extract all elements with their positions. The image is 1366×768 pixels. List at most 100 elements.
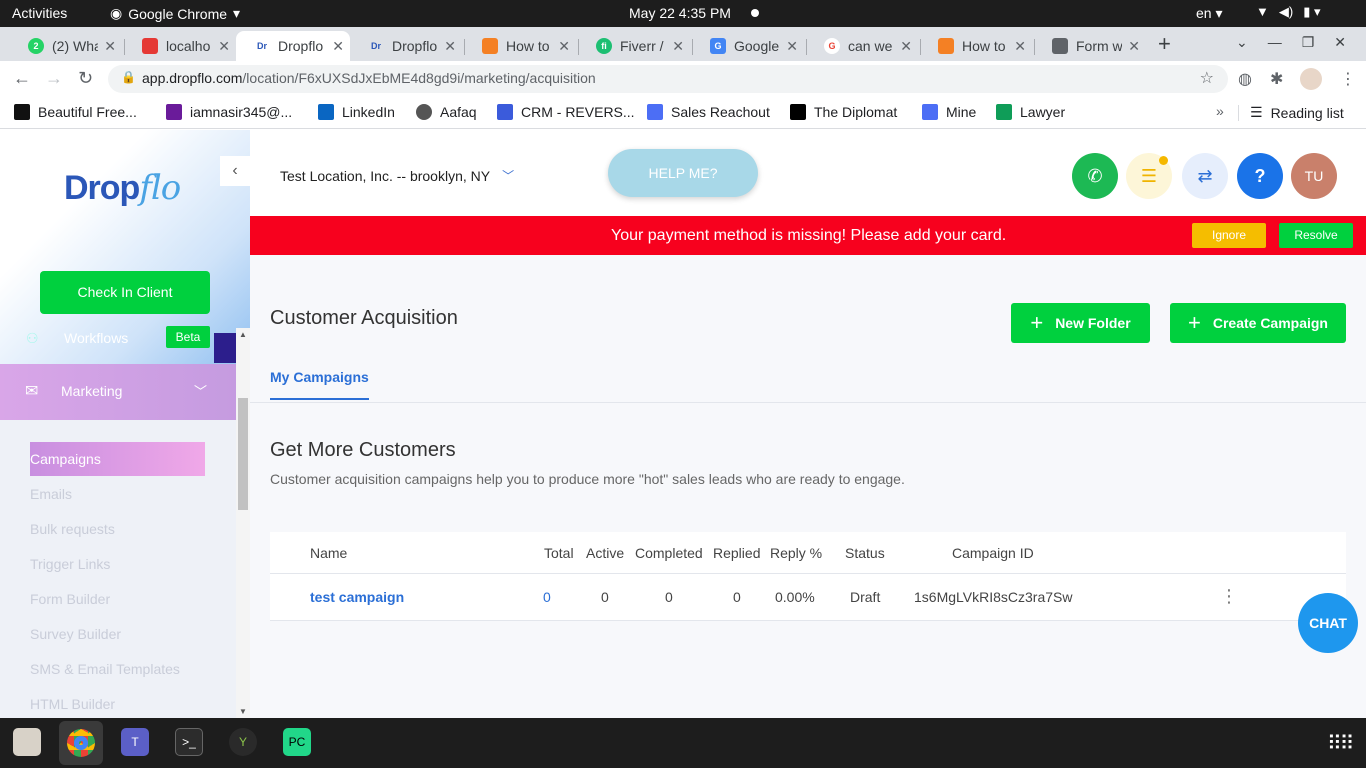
new-folder-button[interactable]: + New Folder: [1011, 303, 1150, 343]
chrome-dock-icon[interactable]: [59, 721, 103, 765]
help-me-button[interactable]: HELP ME?: [608, 149, 758, 197]
sidebar-scrollbar[interactable]: ▲ ▼: [236, 328, 250, 718]
terminal-icon[interactable]: >_: [175, 728, 203, 756]
column-header-name[interactable]: Name: [310, 545, 347, 561]
teams-icon[interactable]: T: [121, 728, 149, 756]
submenu-item-bulk-requests[interactable]: Bulk requests: [30, 521, 115, 537]
column-header-completed[interactable]: Completed: [635, 545, 703, 561]
browser-tab[interactable]: How to ✕: [464, 31, 576, 61]
scroll-down-icon[interactable]: ▼: [239, 707, 247, 716]
sidebar-item-workflows[interactable]: ⚇ Workflows Beta: [0, 326, 236, 364]
check-in-client-button[interactable]: Check In Client: [40, 271, 210, 314]
profile-avatar[interactable]: [1300, 68, 1322, 90]
browser-tab[interactable]: Gcan we ✕: [806, 31, 918, 61]
bookmarks-overflow-icon[interactable]: »: [1216, 103, 1224, 119]
submenu-item-campaigns[interactable]: Campaigns: [30, 442, 205, 476]
new-tab-button[interactable]: +: [1158, 31, 1171, 57]
browser-tab[interactable]: fi Fiverr / ✕: [578, 31, 690, 61]
bookmark-item[interactable]: Mine: [922, 104, 976, 120]
collapse-sidebar-button[interactable]: ‹: [220, 156, 250, 186]
bookmark-item[interactable]: Aafaq: [416, 104, 477, 120]
scrollbar-thumb[interactable]: [238, 398, 248, 510]
extensions-puzzle-icon[interactable]: ✱: [1270, 69, 1283, 89]
ignore-button[interactable]: Ignore: [1192, 223, 1266, 248]
app-menu[interactable]: ◉ Google Chrome ▾: [110, 5, 240, 22]
submenu-item-trigger-links[interactable]: Trigger Links: [30, 556, 110, 572]
close-window-icon[interactable]: ✕: [1334, 34, 1346, 51]
close-icon[interactable]: ✕: [786, 38, 798, 55]
bookmark-item[interactable]: The Diplomat: [790, 104, 897, 120]
browser-tab-active[interactable]: Dr Dropflo ✕: [236, 31, 350, 61]
scroll-up-icon[interactable]: ▲: [239, 330, 247, 339]
maximize-icon[interactable]: ❐: [1302, 34, 1315, 51]
language-indicator[interactable]: en ▾: [1196, 5, 1223, 22]
close-icon[interactable]: ✕: [218, 38, 230, 55]
phone-button[interactable]: ✆: [1072, 153, 1118, 199]
bookmark-item[interactable]: CRM - REVERS...: [497, 104, 635, 120]
browser-tab[interactable]: localho ✕: [124, 31, 236, 61]
column-header-active[interactable]: Active: [586, 545, 624, 561]
app-icon[interactable]: Y: [229, 728, 257, 756]
system-tray[interactable]: ▼ ◀) ▮ ▾: [1256, 4, 1321, 20]
lock-icon[interactable]: 🔒: [121, 70, 136, 84]
resolve-button[interactable]: Resolve: [1279, 223, 1353, 248]
tasks-button[interactable]: ☰: [1126, 153, 1172, 199]
cell-status: Draft: [850, 589, 881, 605]
activities-button[interactable]: Activities: [12, 5, 67, 21]
show-apps-icon[interactable]: ⠿⠿: [1327, 731, 1354, 756]
close-icon[interactable]: ✕: [558, 38, 570, 55]
bookmark-star-icon[interactable]: ☆: [1200, 68, 1214, 88]
pycharm-icon[interactable]: PC: [283, 728, 311, 756]
column-header-total[interactable]: Total: [544, 545, 574, 561]
user-avatar[interactable]: TU: [1291, 153, 1337, 199]
submenu-item-html-builder[interactable]: HTML Builder: [30, 696, 115, 712]
location-selector[interactable]: Test Location, Inc. -- brooklyn, NY ﹀: [280, 167, 514, 184]
minimize-icon[interactable]: —: [1268, 34, 1282, 51]
column-header-status[interactable]: Status: [845, 545, 885, 561]
row-menu-icon[interactable]: ⋮: [1220, 586, 1238, 607]
bookmark-item[interactable]: LinkedIn: [318, 104, 395, 120]
bookmark-item[interactable]: iamnasir345@...: [166, 104, 292, 120]
browser-tab[interactable]: Dr Dropflo ✕: [350, 31, 462, 61]
sidebar-item-marketing[interactable]: ✉ Marketing ﹀: [0, 364, 236, 420]
dropflo-logo[interactable]: Dropflo: [64, 168, 181, 208]
close-icon[interactable]: ✕: [900, 38, 912, 55]
clock[interactable]: May 22 4:35 PM: [629, 5, 731, 21]
column-header-campaign-id[interactable]: Campaign ID: [952, 545, 1034, 561]
campaign-name-link[interactable]: test campaign: [310, 589, 404, 605]
switch-button[interactable]: ⇄: [1182, 153, 1228, 199]
column-header-reply-pct[interactable]: Reply %: [770, 545, 822, 561]
address-bar[interactable]: 🔒 app.dropflo.com/location/F6xUXSdJxEbME…: [108, 65, 1228, 93]
more-menu-icon[interactable]: ⋮: [1340, 69, 1356, 89]
files-icon[interactable]: [13, 728, 41, 756]
back-icon[interactable]: ←: [13, 68, 31, 89]
browser-tab[interactable]: 2 (2) Wha ✕: [10, 31, 122, 61]
chat-button[interactable]: CHAT: [1298, 593, 1358, 653]
create-campaign-button[interactable]: + Create Campaign: [1170, 303, 1346, 343]
close-icon[interactable]: ✕: [1014, 38, 1026, 55]
submenu-item-emails[interactable]: Emails: [30, 486, 72, 502]
browser-tab[interactable]: How to ✕: [920, 31, 1032, 61]
submenu-item-templates[interactable]: SMS & Email Templates: [30, 661, 180, 677]
close-icon[interactable]: ✕: [1128, 38, 1140, 55]
submenu-item-form-builder[interactable]: Form Builder: [30, 591, 110, 607]
submenu-item-survey-builder[interactable]: Survey Builder: [30, 626, 121, 642]
column-header-replied[interactable]: Replied: [713, 545, 760, 561]
reload-icon[interactable]: ↻: [78, 68, 93, 89]
bookmark-item[interactable]: Beautiful Free...: [14, 104, 137, 120]
tab-search-icon[interactable]: ⌄: [1236, 34, 1248, 51]
help-button[interactable]: ?: [1237, 153, 1283, 199]
close-icon[interactable]: ✕: [104, 38, 116, 55]
close-icon[interactable]: ✕: [332, 38, 344, 55]
tab-my-campaigns[interactable]: My Campaigns: [270, 369, 369, 400]
reading-list-button[interactable]: ☰ Reading list: [1250, 104, 1344, 121]
close-icon[interactable]: ✕: [672, 38, 684, 55]
browser-tab[interactable]: G Google ✕: [692, 31, 804, 61]
globe-extension-icon[interactable]: ◍: [1238, 69, 1252, 89]
bookmark-item[interactable]: Lawyer: [996, 104, 1065, 120]
cell-total[interactable]: 0: [543, 589, 551, 605]
browser-tab[interactable]: Form w ✕: [1034, 31, 1146, 61]
bookmark-item[interactable]: Sales Reachout: [647, 104, 770, 120]
close-icon[interactable]: ✕: [444, 38, 456, 55]
forward-icon[interactable]: →: [45, 68, 63, 89]
